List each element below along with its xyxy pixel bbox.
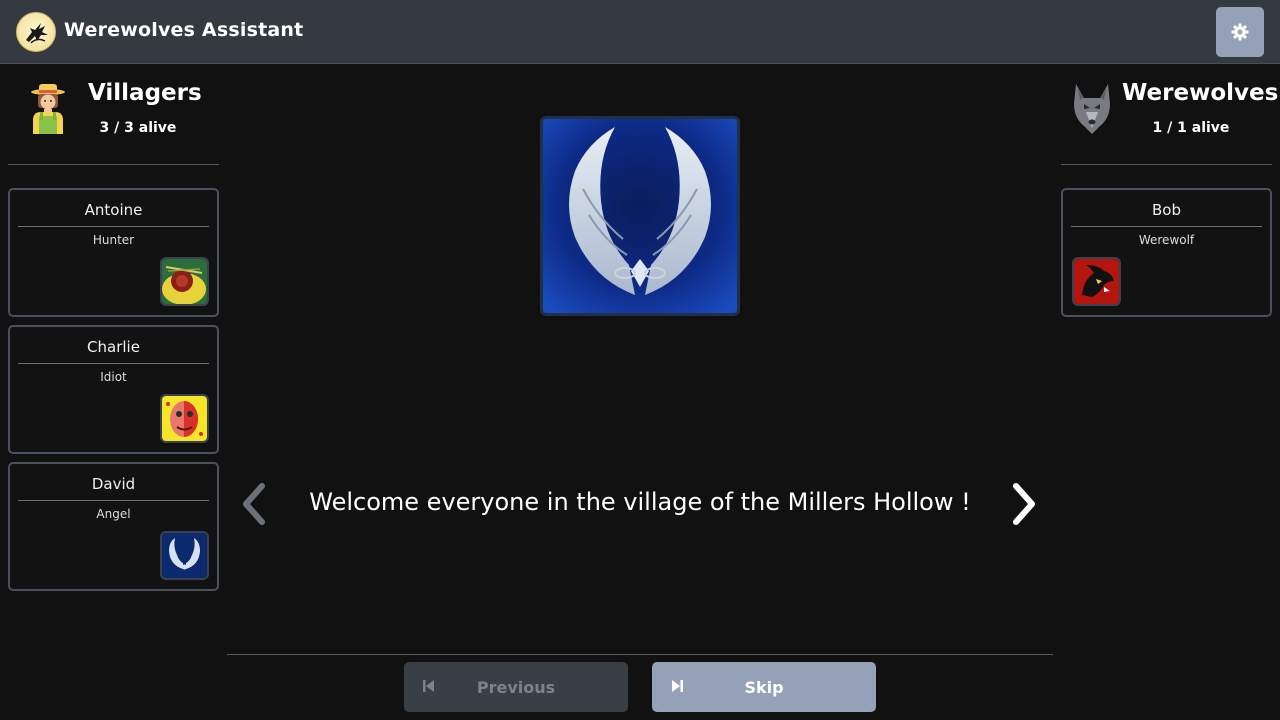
skip-label: Skip	[744, 678, 784, 697]
chevron-right-icon[interactable]	[1004, 480, 1044, 528]
chevron-left-icon[interactable]	[234, 480, 274, 528]
previous-label: Previous	[476, 678, 556, 697]
player-role: Angel	[96, 507, 131, 521]
player-card-bob[interactable]: Bob Werewolf	[1061, 188, 1272, 317]
gear-icon	[1231, 23, 1249, 41]
player-card-david[interactable]: David Angel	[8, 462, 219, 591]
player-name: Charlie	[87, 338, 140, 356]
player-card-antoine[interactable]: Antoine Hunter	[8, 188, 219, 317]
player-name: Bob	[1152, 201, 1181, 219]
card-divider	[18, 500, 209, 501]
hunter-role-icon	[160, 257, 209, 306]
player-name: Antoine	[84, 201, 143, 219]
card-divider	[1071, 226, 1262, 227]
app-header: Werewolves Assistant	[0, 0, 1280, 64]
skip-button[interactable]: Skip	[652, 662, 876, 712]
player-name: David	[91, 475, 136, 493]
angel-role-icon	[160, 531, 209, 580]
settings-button[interactable]	[1216, 7, 1264, 57]
farmer-icon	[31, 84, 65, 134]
villagers-alive-count: 3 / 3 alive	[99, 120, 177, 136]
villagers-title: Villagers	[88, 80, 202, 106]
bottom-divider	[227, 654, 1053, 655]
player-card-charlie[interactable]: Charlie Idiot	[8, 325, 219, 454]
werewolves-alive-count: 1 / 1 alive	[1152, 120, 1230, 136]
card-divider	[18, 226, 209, 227]
app-title[interactable]: Werewolves Assistant	[64, 19, 303, 41]
wolf-icon	[1074, 84, 1110, 134]
idiot-role-icon	[160, 394, 209, 443]
werewolves-divider	[1061, 164, 1272, 165]
player-role: Hunter	[92, 233, 135, 247]
villagers-divider	[8, 164, 219, 165]
werewolves-title: Werewolves	[1122, 80, 1279, 106]
player-role: Idiot	[100, 370, 127, 384]
werewolf-role-icon	[1072, 257, 1121, 306]
card-divider	[18, 363, 209, 364]
player-role: Werewolf	[1138, 233, 1195, 247]
narration-message: Welcome everyone in the village of the M…	[309, 488, 971, 516]
werewolf-logo-icon[interactable]	[16, 12, 56, 52]
angel-role-image	[540, 116, 740, 316]
previous-button[interactable]: Previous	[404, 662, 628, 712]
